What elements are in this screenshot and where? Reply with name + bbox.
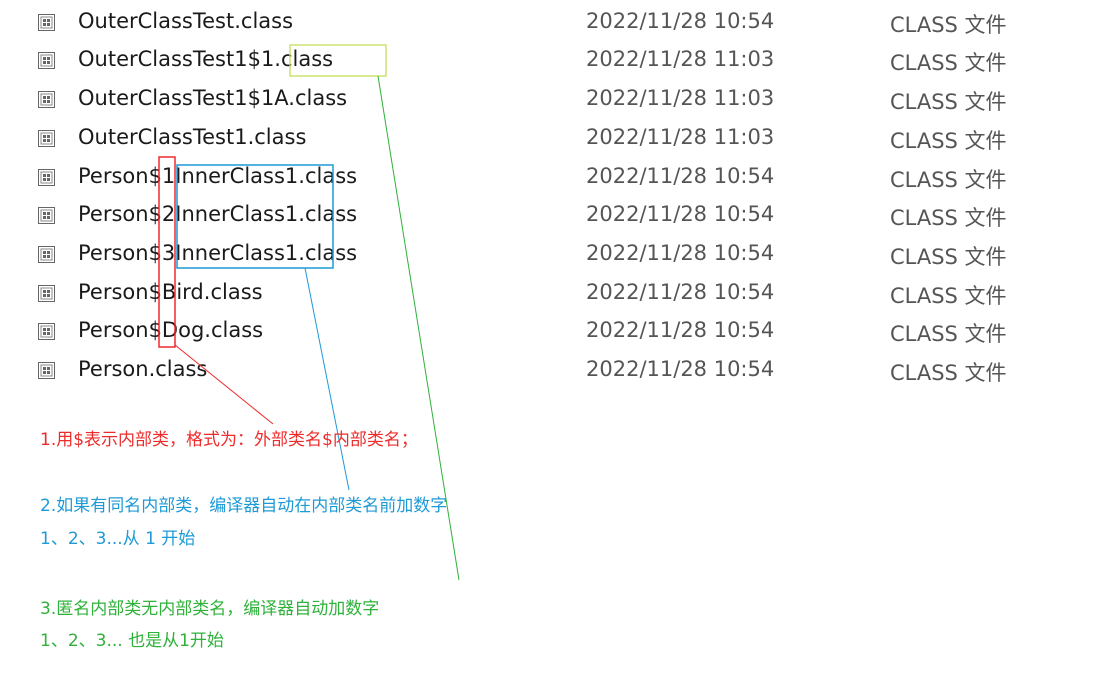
class-file-icon bbox=[38, 91, 55, 108]
class-file-icon bbox=[38, 362, 55, 379]
file-name: OuterClassTest1$1.class bbox=[78, 47, 334, 71]
file-type: CLASS 文件 bbox=[890, 206, 1007, 230]
note-2-line-2: 1、2、3...从 1 开始 bbox=[40, 529, 196, 549]
class-file-icon bbox=[38, 52, 55, 69]
class-file-icon bbox=[38, 14, 55, 31]
file-name: Person$Dog.class bbox=[78, 318, 264, 342]
file-type: CLASS 文件 bbox=[890, 129, 1007, 153]
file-type: CLASS 文件 bbox=[890, 168, 1007, 192]
note-3-line-2: 1、2、3... 也是从1开始 bbox=[40, 631, 224, 651]
file-name: Person$Bird.class bbox=[78, 280, 263, 304]
file-row[interactable]: Person$Bird.class 2022/11/28 10:54 CLASS… bbox=[0, 276, 1098, 314]
file-row[interactable]: OuterClassTest1$1A.class 2022/11/28 11:0… bbox=[0, 82, 1098, 120]
file-date: 2022/11/28 10:54 bbox=[586, 280, 775, 304]
file-date: 2022/11/28 10:54 bbox=[586, 318, 775, 342]
file-date: 2022/11/28 11:03 bbox=[586, 125, 775, 149]
file-row[interactable]: Person$2InnerClass1.class 2022/11/28 10:… bbox=[0, 198, 1098, 236]
file-type: CLASS 文件 bbox=[890, 361, 1007, 385]
file-name: OuterClassTest1$1A.class bbox=[78, 86, 348, 110]
file-type: CLASS 文件 bbox=[890, 284, 1007, 308]
file-date: 2022/11/28 10:54 bbox=[586, 357, 775, 381]
file-type: CLASS 文件 bbox=[890, 90, 1007, 114]
class-file-icon bbox=[38, 130, 55, 147]
file-name: Person$3InnerClass1.class bbox=[78, 241, 358, 265]
file-row[interactable]: Person$3InnerClass1.class 2022/11/28 10:… bbox=[0, 237, 1098, 275]
file-type: CLASS 文件 bbox=[890, 322, 1007, 346]
file-row[interactable]: OuterClassTest.class 2022/11/28 10:54 CL… bbox=[0, 5, 1098, 43]
file-name: Person$2InnerClass1.class bbox=[78, 202, 358, 226]
file-type: CLASS 文件 bbox=[890, 245, 1007, 269]
note-1: 1.用$表示内部类，格式为：外部类名$内部类名； bbox=[40, 430, 418, 450]
file-name: Person$1InnerClass1.class bbox=[78, 164, 358, 188]
class-file-icon bbox=[38, 246, 55, 263]
file-row[interactable]: Person$1InnerClass1.class 2022/11/28 10:… bbox=[0, 160, 1098, 198]
note-2-line-1: 2.如果有同名内部类，编译器自动在内部类名前加数字 bbox=[40, 496, 448, 516]
note-3-line-1: 3.匿名内部类无内部类名，编译器自动加数字 bbox=[40, 599, 380, 619]
file-date: 2022/11/28 11:03 bbox=[586, 47, 775, 71]
file-row[interactable]: OuterClassTest1$1.class 2022/11/28 11:03… bbox=[0, 43, 1098, 81]
class-file-icon bbox=[38, 169, 55, 186]
file-row[interactable]: Person$Dog.class 2022/11/28 10:54 CLASS … bbox=[0, 314, 1098, 352]
file-name: OuterClassTest.class bbox=[78, 9, 294, 33]
file-type: CLASS 文件 bbox=[890, 51, 1007, 75]
file-name: OuterClassTest1.class bbox=[78, 125, 307, 149]
class-file-icon bbox=[38, 285, 55, 302]
class-file-icon bbox=[38, 207, 55, 224]
file-name: Person.class bbox=[78, 357, 208, 381]
file-type: CLASS 文件 bbox=[890, 13, 1007, 37]
file-date: 2022/11/28 11:03 bbox=[586, 86, 775, 110]
file-row[interactable]: Person.class 2022/11/28 10:54 CLASS 文件 bbox=[0, 353, 1098, 391]
file-date: 2022/11/28 10:54 bbox=[586, 164, 775, 188]
class-file-icon bbox=[38, 323, 55, 340]
file-date: 2022/11/28 10:54 bbox=[586, 241, 775, 265]
file-date: 2022/11/28 10:54 bbox=[586, 202, 775, 226]
file-date: 2022/11/28 10:54 bbox=[586, 9, 775, 33]
file-row[interactable]: OuterClassTest1.class 2022/11/28 11:03 C… bbox=[0, 121, 1098, 159]
